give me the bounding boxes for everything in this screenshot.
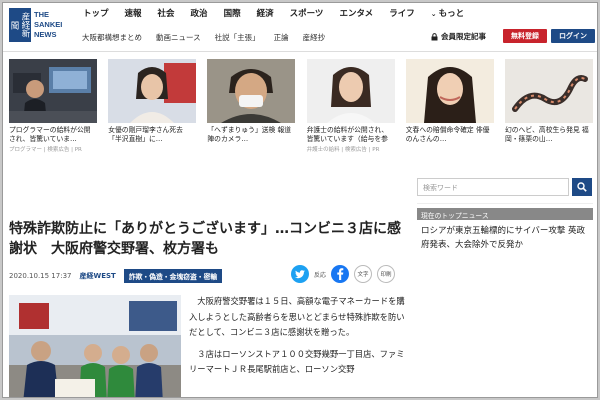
rec-card[interactable]: 弁護士の給料が公開され、皆驚いています（給与を参照） 弁護士の給料 | 検索広告… <box>306 59 395 171</box>
rec-thumbnail <box>306 59 395 123</box>
register-button[interactable]: 無料登録 <box>503 29 547 43</box>
twitter-icon <box>295 269 305 278</box>
rec-card[interactable]: 「へずまりゅう」送検 報道陣のカメラ… <box>207 59 296 171</box>
article-body: 大阪府警交野署は１５日、高額な電子マネーカードを購入しようとした高齢者らを思いと… <box>189 294 409 384</box>
nav-item-entertainment[interactable]: エンタメ <box>331 7 381 19</box>
nav-item-sports[interactable]: スポーツ <box>282 7 332 19</box>
rec-title: 文春への賠償命令確定 俳優のんさんの… <box>405 126 490 143</box>
rec-title: 女優の剛戸瑠李さん死去 「半沢直樹」に… <box>108 126 183 143</box>
nav-item-top[interactable]: トップ <box>75 7 117 19</box>
rec-card[interactable]: 女優の剛戸瑠李さん死去 「半沢直樹」に… <box>108 59 197 171</box>
rec-title: 「へずまりゅう」送検 報道陣のカメラ… <box>207 126 292 143</box>
main-nav: トップ 速報 社会 政治 国際 経済 スポーツ エンタメ ライフ ⌄ もっと <box>75 7 472 19</box>
sub-nav: 大阪都構想まとめ 動画ニュース 社説「主張」 正論 産経抄 <box>75 32 332 43</box>
topnews-heading: 現在のトップニュース <box>417 208 593 220</box>
print-icon: 印刷 <box>380 272 392 278</box>
nav-item-breaking[interactable]: 速報 <box>117 7 150 19</box>
article-photo <box>9 295 181 397</box>
sub-nav-item[interactable]: 正論 <box>267 32 296 43</box>
rec-thumbnail <box>504 59 593 123</box>
logo-kanji: 産経新聞 <box>9 8 31 42</box>
article-title: 特殊詐欺防止に「ありがとうございます」…コンビニ３店に感謝状 大阪府警交野署、枚… <box>9 221 401 257</box>
article-meta: 2020.10.15 17:37 産経WEST 詐欺・偽造・金塊窃盗・密輸 <box>9 269 223 283</box>
logo-wordmark: THE SANKEI NEWS <box>34 10 63 39</box>
search-input[interactable]: 検索ワード <box>417 178 569 196</box>
twitter-share-button[interactable] <box>291 265 309 283</box>
rec-thumbnail <box>108 59 197 123</box>
rec-card[interactable]: プログラマーの給料が公開され、皆驚いていま… プログラマー | 検索広告 | P… <box>9 59 97 171</box>
sub-nav-item[interactable]: 動画ニュース <box>149 32 208 43</box>
nav-item-economy[interactable]: 経済 <box>249 7 282 19</box>
share-bar: 反応 文字 印刷 <box>291 265 396 283</box>
header-divider <box>3 51 597 52</box>
rec-title: 幻のヘビ、高校生ら発見 福岡・篠栗の山… <box>504 126 589 143</box>
rec-thumbnail <box>405 59 494 123</box>
sub-nav-item[interactable]: 社説「主張」 <box>208 32 267 43</box>
member-only-link[interactable]: 会員限定記事 <box>431 31 486 42</box>
rec-card[interactable]: 幻のヘビ、高校生ら発見 福岡・篠栗の山… <box>504 59 593 171</box>
article-paragraph: 大阪府警交野署は１５日、高額な電子マネーカードを購入しようとした高齢者らを思いと… <box>189 296 405 337</box>
category-badge[interactable]: 詐欺・偽造・金塊窃盗・密輸 <box>123 269 223 283</box>
nav-item-society[interactable]: 社会 <box>150 7 183 19</box>
search-button[interactable] <box>572 178 592 196</box>
rec-title: プログラマーの給料が公開され、皆驚いていま… <box>9 126 91 143</box>
facebook-icon <box>337 268 344 280</box>
browser-page: 産経新聞 THE SANKEI NEWS トップ 速報 社会 政治 国際 経済 … <box>2 2 598 398</box>
rec-meta: 弁護士の給料 | 検索広告 | PR <box>306 147 380 153</box>
article-paragraph: ３店はローソンストア１００交野幾野一丁目店、ファミリーマートＪＲ長尾駅前店と、ロ… <box>189 348 405 375</box>
rec-title: 弁護士の給料が公開され、皆驚いています（給与を参照） <box>306 126 389 143</box>
nav-item-world[interactable]: 国際 <box>216 7 249 19</box>
rec-card[interactable]: 文春への賠償命令確定 俳優のんさんの… <box>405 59 494 171</box>
facebook-share-button[interactable] <box>331 265 350 283</box>
nav-item-politics[interactable]: 政治 <box>183 7 216 19</box>
login-button[interactable]: ログイン <box>551 29 595 43</box>
topnews-link[interactable]: ロシアが東京五輪標的にサイバー攻撃 英政府発表、大会除外で反発か <box>421 224 593 252</box>
recommendation-row: プログラマーの給料が公開され、皆驚いていま… プログラマー | 検索広告 | P… <box>9 59 593 171</box>
text-size-button[interactable]: 文字 <box>354 265 373 283</box>
sub-nav-item[interactable]: 産経抄 <box>296 32 333 43</box>
nav-item-life[interactable]: ライフ <box>381 7 423 19</box>
reaction-label[interactable]: 反応 <box>314 270 326 279</box>
text-size-icon: 文字 <box>357 272 369 278</box>
chevron-down-icon: ⌄ <box>430 10 437 18</box>
article-source[interactable]: 産経WEST <box>79 271 115 281</box>
rec-thumbnail <box>207 59 296 123</box>
sub-nav-item[interactable]: 大阪都構想まとめ <box>75 32 149 43</box>
search-icon <box>577 182 587 192</box>
rec-thumbnail <box>9 59 97 123</box>
sidebar-divider <box>417 203 593 204</box>
rec-meta: プログラマー | 検索広告 | PR <box>9 147 82 153</box>
nav-more-button[interactable]: ⌄ もっと <box>423 7 472 19</box>
lock-icon <box>431 32 438 40</box>
print-button[interactable]: 印刷 <box>377 265 396 283</box>
site-logo[interactable]: 産経新聞 THE SANKEI NEWS <box>9 7 65 43</box>
article-date: 2020.10.15 17:37 <box>9 272 72 280</box>
